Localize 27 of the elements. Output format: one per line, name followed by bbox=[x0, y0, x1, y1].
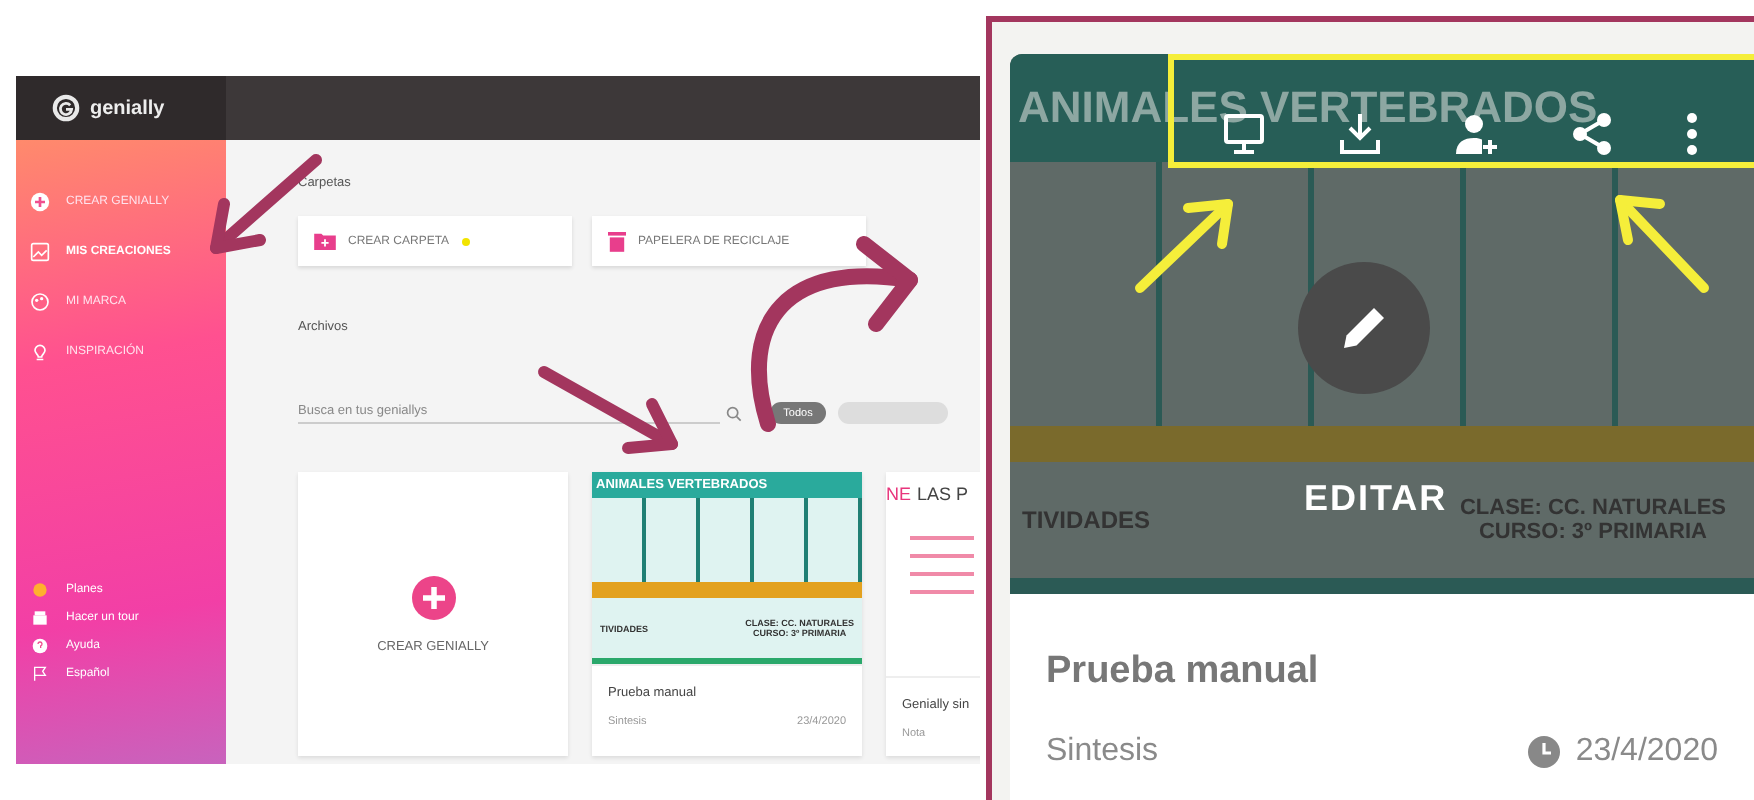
help-icon bbox=[32, 638, 48, 654]
arrow bbox=[1615, 195, 1709, 293]
thumbnail-title: NE bbox=[886, 484, 912, 504]
plus-circle-icon bbox=[411, 575, 455, 619]
palette-icon bbox=[30, 291, 50, 311]
flag-icon bbox=[32, 666, 48, 682]
folder-icon bbox=[314, 232, 336, 250]
trash-icon bbox=[608, 230, 626, 252]
new-dot bbox=[461, 237, 470, 245]
bulb-icon bbox=[30, 341, 50, 361]
gift-icon bbox=[32, 610, 48, 626]
search-icon bbox=[726, 405, 742, 421]
dot-icon bbox=[32, 582, 48, 598]
more-icon[interactable] bbox=[1684, 110, 1700, 158]
plus-circle-icon bbox=[30, 191, 50, 211]
clock-icon bbox=[1527, 736, 1560, 768]
card-title: Prueba manual bbox=[1046, 650, 1321, 694]
logo-text: genially bbox=[90, 97, 165, 119]
card-type: Sintesis bbox=[1046, 734, 1159, 770]
arrow bbox=[1135, 199, 1233, 293]
card-date: 23/4/2020 bbox=[1575, 734, 1718, 770]
edit-label: EDITAR bbox=[1304, 478, 1448, 520]
logo-icon bbox=[52, 94, 80, 122]
thumbnail-text: TIVIDADES bbox=[1022, 506, 1151, 534]
picture-icon bbox=[30, 241, 50, 261]
thumbnail-title: LAS P bbox=[917, 484, 969, 504]
arrow bbox=[538, 366, 678, 454]
